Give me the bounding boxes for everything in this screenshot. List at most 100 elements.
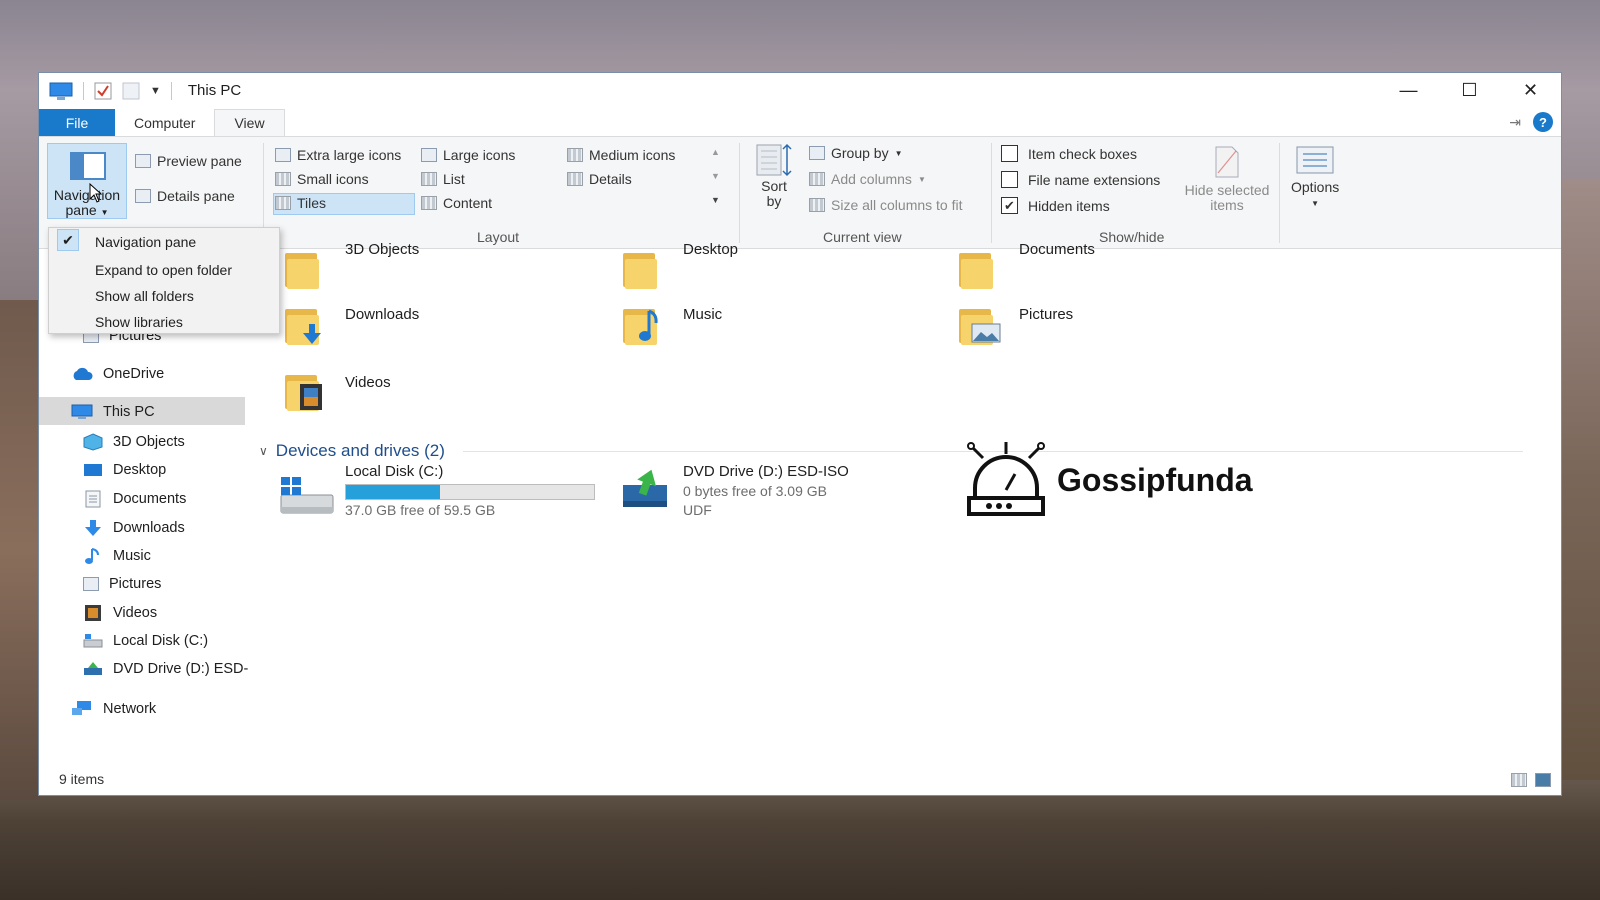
minimize-button[interactable]: — — [1378, 73, 1439, 108]
tab-view[interactable]: View — [214, 109, 285, 136]
nav-item-dvd-drive[interactable]: DVD Drive (D:) ESD- — [83, 661, 248, 677]
folder-icon — [959, 249, 993, 289]
list-label: List — [443, 171, 465, 187]
tab-computer[interactable]: Computer — [115, 109, 214, 136]
preview-pane-button[interactable]: Preview pane — [135, 153, 242, 169]
nav-item-label: Desktop — [113, 462, 167, 478]
dvd-drive-icon — [623, 469, 667, 507]
toolbar-separator — [170, 81, 172, 100]
folder-name: Pictures — [1019, 306, 1074, 323]
customize-toolbar-icon[interactable]: ▼ — [150, 85, 161, 97]
menu-item-show-all-folders[interactable]: Show all folders — [95, 288, 194, 304]
nav-item-downloads[interactable]: Downloads — [83, 519, 185, 537]
folder-name: Desktop — [683, 241, 739, 258]
nav-item-label: Downloads — [113, 520, 185, 536]
desktop-background-left — [0, 300, 40, 800]
devices-section-header[interactable]: ∨ Devices and drives (2) — [259, 441, 1523, 461]
preview-pane-label: Preview pane — [157, 153, 242, 169]
menu-item-expand-to-open-folder[interactable]: Expand to open folder — [95, 262, 232, 278]
group-by-button[interactable]: Group by ▼ — [809, 145, 903, 161]
chevron-down-icon: ▼ — [1311, 199, 1320, 208]
nav-item-documents[interactable]: Documents — [83, 490, 186, 508]
medium-icons-label: Medium icons — [589, 147, 676, 163]
nav-item-3d-objects[interactable]: 3D Objects — [83, 433, 185, 451]
nav-item-music[interactable]: Music — [83, 547, 151, 565]
layout-medium-icons[interactable]: Medium icons — [567, 147, 675, 163]
small-icons-icon — [275, 172, 291, 186]
layout-group-label: Layout — [477, 229, 520, 245]
layout-scroll-down-icon[interactable]: ▼ — [711, 171, 720, 181]
check-icon: ✔ — [57, 229, 79, 251]
group-separator — [1279, 143, 1280, 243]
nav-item-network[interactable]: Network — [71, 700, 156, 718]
pin-ribbon-icon[interactable]: ⇥ — [1509, 114, 1521, 131]
nav-item-local-disk[interactable]: Local Disk (C:) — [83, 633, 208, 649]
hidden-items-checkbox[interactable]: ✔ — [1001, 197, 1018, 214]
nav-item-this-pc[interactable]: This PC — [71, 404, 155, 420]
details-pane-label: Details pane — [157, 188, 235, 204]
nav-item-onedrive[interactable]: OneDrive — [71, 366, 164, 382]
layout-list[interactable]: List — [421, 171, 465, 187]
details-view-icon[interactable] — [1511, 773, 1527, 787]
layout-scroll-up-icon[interactable]: ▲ — [711, 147, 720, 157]
hard-drive-icon — [280, 477, 334, 514]
cloud-icon — [73, 367, 93, 380]
hidden-items-toggle[interactable]: ✔ Hidden items — [1001, 197, 1110, 214]
music-note-icon — [639, 309, 658, 341]
nav-item-desktop[interactable]: Desktop — [83, 462, 166, 478]
file-explorer-window: ▼ This PC — ☐ ✕ File Computer View ⇥ ? N… — [39, 73, 1561, 795]
navigation-pane-button[interactable]: Navigation pane ▼ — [47, 143, 127, 219]
toolbar-separator — [83, 81, 84, 100]
hide-selected-items-button[interactable]: Hide selected items — [1179, 145, 1275, 213]
maximize-button[interactable]: ☐ — [1439, 73, 1500, 108]
options-button[interactable]: Options ▼ — [1291, 145, 1339, 208]
close-button[interactable]: ✕ — [1500, 73, 1561, 108]
layout-tiles[interactable]: Tiles — [275, 195, 326, 211]
gossipfunda-logo: Gossipfunda — [963, 440, 1253, 520]
file-name-extensions-toggle[interactable]: File name extensions — [1001, 171, 1160, 188]
extra-large-icons-label: Extra large icons — [297, 147, 402, 163]
new-folder-icon[interactable] — [122, 82, 140, 100]
drive-name: DVD Drive (D:) ESD-ISO — [683, 463, 849, 480]
folder-name: Music — [683, 306, 723, 323]
sort-by-button[interactable]: Sort by — [755, 143, 793, 209]
layout-extra-large-icons[interactable]: Extra large icons — [275, 147, 401, 163]
details-pane-button[interactable]: Details pane — [135, 188, 235, 204]
download-arrow-icon — [85, 520, 101, 536]
nav-item-label: Pictures — [109, 576, 162, 592]
large-icons-label: Large icons — [443, 147, 516, 163]
menu-item-show-libraries[interactable]: Show libraries — [95, 314, 183, 330]
add-columns-button[interactable]: Add columns ▼ — [809, 171, 926, 187]
size-all-columns-button[interactable]: Size all columns to fit — [809, 197, 963, 213]
layout-small-icons[interactable]: Small icons — [275, 171, 369, 187]
folder-name: Videos — [345, 374, 391, 391]
this-pc-icon[interactable] — [49, 81, 73, 101]
download-arrow-icon — [303, 324, 321, 344]
tiles-label: Tiles — [297, 195, 327, 211]
chevron-down-icon: ▼ — [894, 148, 903, 158]
layout-large-icons[interactable]: Large icons — [421, 147, 515, 163]
hide-selected-label: Hide selected items — [1184, 182, 1270, 213]
status-item-count: 9 items — [59, 771, 105, 787]
details-icon — [567, 172, 583, 186]
navigation-pane-label: Navigation pane — [53, 187, 121, 218]
cube-icon — [83, 433, 103, 451]
current-view-group-label: Current view — [823, 229, 902, 245]
tab-file[interactable]: File — [39, 109, 115, 136]
item-check-boxes-checkbox[interactable] — [1001, 145, 1018, 162]
file-name-extensions-checkbox[interactable] — [1001, 171, 1018, 188]
help-icon[interactable]: ? — [1533, 112, 1553, 132]
group-separator — [739, 143, 740, 243]
document-icon — [85, 490, 101, 508]
folder-name: 3D Objects — [345, 241, 420, 258]
layout-details[interactable]: Details — [567, 171, 632, 187]
layout-expand-icon[interactable]: ▼ — [711, 195, 720, 205]
drive-free-space: 37.0 GB free of 59.5 GB — [345, 502, 496, 518]
menu-item-navigation-pane[interactable]: Navigation pane — [95, 234, 196, 250]
properties-icon[interactable] — [94, 82, 112, 100]
layout-content[interactable]: Content — [421, 195, 492, 211]
item-check-boxes-toggle[interactable]: Item check boxes — [1001, 145, 1137, 162]
large-icons-view-icon[interactable] — [1535, 773, 1551, 787]
nav-item-videos[interactable]: Videos — [83, 604, 157, 622]
nav-item-pictures[interactable]: Pictures — [83, 576, 161, 592]
